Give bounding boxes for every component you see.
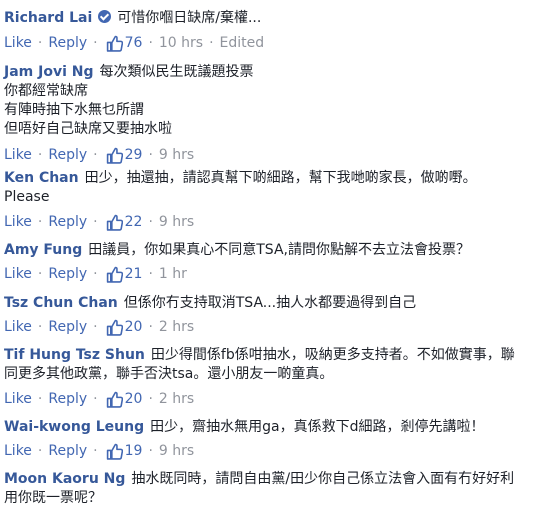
comment-timestamp[interactable]: 2 hrs [159,389,194,409]
reply-button[interactable]: Reply [48,212,87,232]
separator: · [37,443,43,459]
separator: · [37,35,43,51]
reply-button[interactable]: Reply [48,389,87,409]
separator: · [93,147,98,163]
separator: · [148,214,153,230]
like-button[interactable]: Like [4,441,32,461]
comment-text: 但唔好自己缺席又要抽水啦 [4,121,172,137]
like-count[interactable]: 76 [125,33,143,53]
separator: · [148,147,153,163]
comment-text: 田少得間係fb係咁抽水，吸納更多支持者。不如做實事，聯 [150,347,515,363]
comment-author[interactable]: Richard Lai [4,10,92,26]
verified-badge-icon [98,10,112,23]
separator: · [93,319,98,335]
comment-author[interactable]: Tsz Chun Chan [4,295,118,311]
comment-actions: Like · Reply · 21 · 1 hr [4,264,187,284]
comment-author[interactable]: Jam Jovi Ng [4,64,93,80]
thumbs-up-icon[interactable] [106,319,123,336]
separator: · [37,214,43,230]
comment-actions: Like · Reply · 76 · 10 hrs · Edited [4,33,264,53]
comment-timestamp[interactable]: 10 hrs [159,33,203,53]
like-button[interactable]: Like [4,33,32,53]
separator: · [148,319,153,335]
separator: · [93,443,98,459]
like-count[interactable]: 22 [125,212,143,232]
reply-button[interactable]: Reply [48,317,87,337]
comment-text: 田少，抽還抽，請認真幫下啲細路，幫下我哋啲家長，做啲嘢。 [84,170,477,186]
like-button[interactable]: Like [4,317,32,337]
comment-text: 抽水既同時，請問自由黨/田少你自己係立法會入面有冇好好利 [131,471,515,487]
like-count[interactable]: 29 [125,145,143,165]
comment-text: 你都經常缺席 [4,83,88,99]
thumbs-up-icon[interactable] [106,266,123,283]
like-button[interactable]: Like [4,389,32,409]
separator: · [93,266,98,282]
like-button[interactable]: Like [4,145,32,165]
separator: · [148,266,153,282]
comment-author[interactable]: Moon Kaoru Ng [4,471,125,487]
separator: · [37,319,43,335]
thumbs-up-icon[interactable] [106,214,123,231]
comment-text: 田少，齋抽水無用ga，真係救下d細路，剎停先講啦！ [150,419,485,435]
comment-actions: Like · Reply · 19 · 9 hrs [4,441,194,461]
separator: · [148,35,153,51]
separator: · [37,147,43,163]
comment-actions: Like · Reply · 22 · 9 hrs [4,212,194,232]
separator: · [148,443,153,459]
thumbs-up-icon[interactable] [106,443,123,460]
separator: · [93,214,98,230]
comment-text: 田議員，你如果真心不同意TSA,請問你點解不去立法會投票？ [88,242,470,258]
comment-actions: Like · Reply · 29 · 9 hrs [4,145,194,165]
edited-label[interactable]: Edited [220,33,265,53]
comment-text: 每次類似民生既議題投票 [99,64,254,80]
comment-actions: Like · Reply · 20 · 2 hrs [4,389,194,409]
comment: Wai-kwong Leung 田少，齋抽水無用ga，真係救下d細路，剎停先講啦！… [4,418,534,460]
like-button[interactable]: Like [4,212,32,232]
separator: · [148,391,153,407]
comment: Tsz Chun Chan 但係你冇支持取消TSA...抽人水都要過得到自己 Li… [4,294,534,336]
reply-button[interactable]: Reply [48,264,87,284]
like-button[interactable]: Like [4,264,32,284]
comment: Jam Jovi Ng 每次類似民生既議題投票 你都經常缺席 有陣時抽下水無乜所謂… [4,63,534,164]
comment-author[interactable]: Tif Hung Tsz Shun [4,347,145,363]
comment-text: 但係你冇支持取消TSA...抽人水都要過得到自己 [123,295,417,311]
comment: Amy Fung 田議員，你如果真心不同意TSA,請問你點解不去立法會投票？ Li… [4,241,534,283]
comment-text: 可惜你嗰日缺席/棄權... [117,10,262,26]
separator: · [93,391,98,407]
comment-timestamp[interactable]: 1 hr [159,264,187,284]
comment-author[interactable]: Ken Chan [4,170,79,186]
separator: · [93,35,98,51]
comment-actions: Like · Reply · 20 · 2 hrs [4,317,194,337]
separator: · [209,35,214,51]
thumbs-up-icon[interactable] [106,391,123,408]
comment: Richard Lai 可惜你嗰日缺席/棄權... Like · Reply · … [4,9,534,52]
reply-button[interactable]: Reply [48,441,87,461]
comment-text: Please [4,189,50,205]
comment-text: 用你既一票呢？ [4,490,102,506]
comment: Ken Chan 田少，抽還抽，請認真幫下啲細路，幫下我哋啲家長，做啲嘢。 Ple… [4,169,534,231]
comment-timestamp[interactable]: 2 hrs [159,317,194,337]
reply-button[interactable]: Reply [48,33,87,53]
comment: Tif Hung Tsz Shun 田少得間係fb係咁抽水，吸納更多支持者。不如做… [4,346,534,408]
like-count[interactable]: 19 [125,441,143,461]
separator: · [37,391,43,407]
comment-timestamp[interactable]: 9 hrs [159,441,194,461]
comment-text: 有陣時抽下水無乜所謂 [4,102,144,118]
comment-timestamp[interactable]: 9 hrs [159,145,194,165]
separator: · [37,266,43,282]
comment: Moon Kaoru Ng 抽水既同時，請問自由黨/田少你自己係立法會入面有冇好好… [4,470,534,508]
reply-button[interactable]: Reply [48,145,87,165]
like-count[interactable]: 21 [125,264,143,284]
like-count[interactable]: 20 [125,389,143,409]
thumbs-up-icon[interactable] [106,35,123,52]
comment-author[interactable]: Amy Fung [4,242,82,258]
like-count[interactable]: 20 [125,317,143,337]
thumbs-up-icon[interactable] [106,147,123,164]
comment-timestamp[interactable]: 9 hrs [159,212,194,232]
comment-author[interactable]: Wai-kwong Leung [4,419,144,435]
comment-text: 同更多其他政黨，聯手否決tsa。還小朋友一啲童真。 [4,366,334,382]
